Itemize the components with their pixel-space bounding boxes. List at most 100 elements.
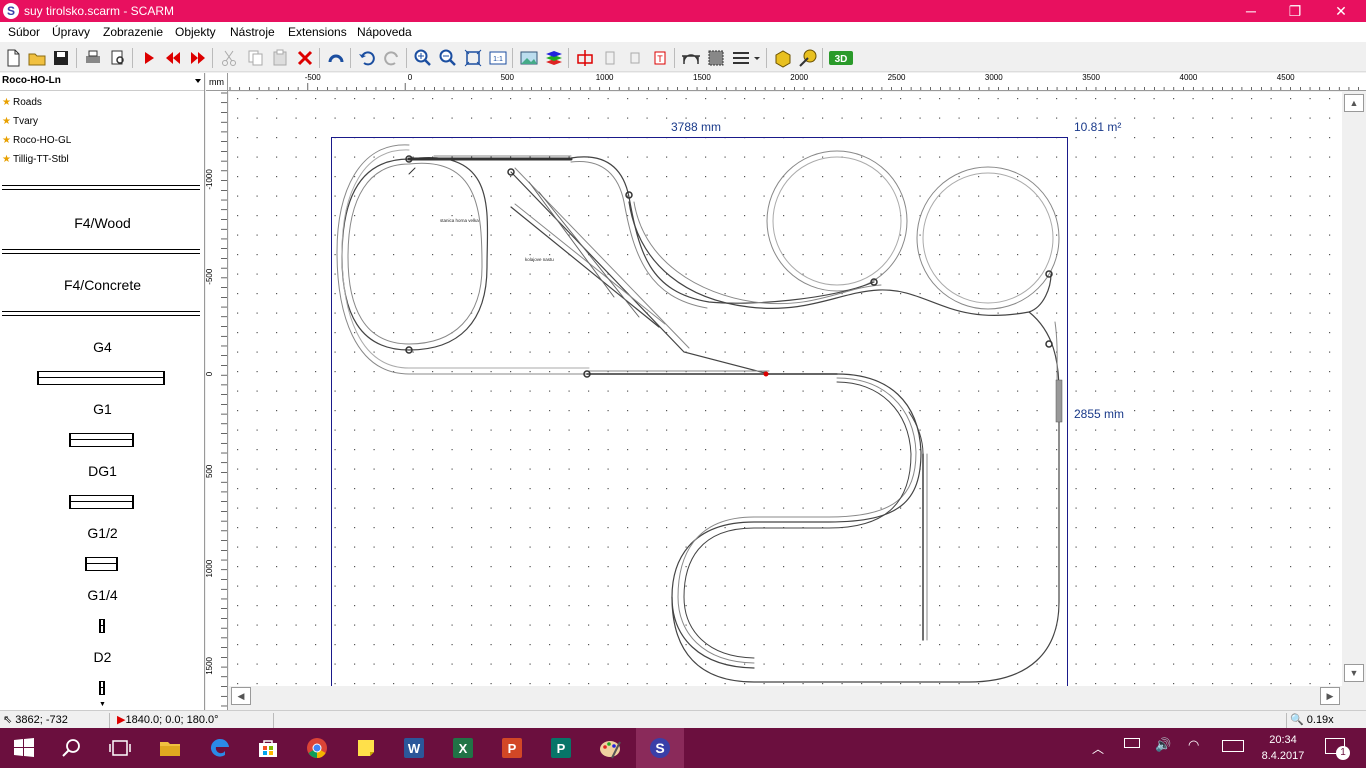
ruler-tick-label: 4000 (1180, 73, 1198, 82)
library-dropdown[interactable]: Roco-HO-Ln (0, 73, 204, 91)
powerpoint-icon[interactable]: P (488, 728, 536, 768)
print-icon[interactable] (83, 48, 103, 68)
print-preview-icon[interactable] (108, 48, 128, 68)
measure-icon[interactable] (773, 48, 793, 68)
new-file-icon[interactable] (3, 48, 23, 68)
ruler-tick-label: 4500 (1277, 73, 1295, 82)
library-favorite-tvary[interactable]: ★ Tvary (2, 114, 38, 130)
undo-icon[interactable] (357, 48, 377, 68)
menu-upravy[interactable]: Úpravy (52, 25, 90, 39)
search-icon[interactable] (48, 728, 96, 768)
track-item-g4[interactable]: G4 (0, 339, 204, 355)
horizontal-scrollbar[interactable]: ◀ ▶ (229, 686, 1342, 706)
task-view-icon[interactable] (96, 728, 144, 768)
track-symbol-g4[interactable] (37, 371, 165, 385)
track-item-f4-concrete[interactable]: F4/Concrete (0, 277, 204, 293)
tunnel-icon[interactable] (706, 48, 726, 68)
open-folder-icon[interactable] (27, 48, 47, 68)
zoom-1to1-icon[interactable]: 1:1 (488, 48, 508, 68)
file-explorer-icon[interactable] (146, 728, 194, 768)
redo-icon[interactable] (382, 48, 402, 68)
track-symbol[interactable] (2, 311, 200, 316)
track-symbol-d2[interactable] (99, 681, 105, 695)
rotate-icon[interactable] (326, 48, 346, 68)
layout-canvas[interactable]: 3788 mm 2855 mm 10.81 m² stanica horna v… (229, 92, 1342, 686)
track-symbol-g1[interactable] (69, 433, 134, 447)
sticky-notes-icon[interactable] (342, 728, 390, 768)
delete-icon[interactable] (295, 48, 315, 68)
zoom-in-icon[interactable] (413, 48, 433, 68)
scroll-left-icon[interactable]: ◀ (231, 687, 251, 705)
menu-napoveda[interactable]: Nápoveda (357, 25, 412, 39)
cut-icon[interactable] (219, 48, 239, 68)
publisher-icon[interactable]: P (537, 728, 585, 768)
scroll-up-icon[interactable]: ▲ (1344, 94, 1364, 112)
minimize-button[interactable]: ─ (1228, 0, 1274, 22)
marker-icon[interactable]: T (650, 48, 670, 68)
run-icon[interactable] (139, 48, 159, 68)
library-favorite-roads[interactable]: ★ Roads (2, 95, 42, 111)
copy-icon[interactable] (245, 48, 265, 68)
clock[interactable]: 20:34 8.4.2017 (1256, 732, 1310, 764)
wifi-icon[interactable]: ◠ (1188, 737, 1199, 753)
track-symbol-g1-4[interactable] (99, 619, 105, 633)
menu-nastroje[interactable]: Nástroje (230, 25, 275, 39)
track-item-g1-4[interactable]: G1/4 (0, 587, 204, 603)
menu-subor[interactable]: Súbor (8, 25, 40, 39)
library-favorite-roco-ho-gl[interactable]: ★ Roco-HO-GL (2, 133, 71, 149)
chevron-down-icon[interactable] (752, 48, 762, 68)
scroll-down-icon[interactable]: ▼ (1344, 664, 1364, 682)
menu-extensions[interactable]: Extensions (288, 25, 347, 39)
chevron-up-icon[interactable]: ︿ (1092, 740, 1104, 757)
track-item-dg1[interactable]: DG1 (0, 463, 204, 479)
windows-start-icon[interactable] (0, 728, 48, 768)
ruler-list-icon[interactable] (731, 48, 751, 68)
keyboard-icon[interactable] (1222, 740, 1244, 752)
track-symbol[interactable] (2, 249, 200, 254)
menu-zobrazenie[interactable]: Zobrazenie (103, 25, 163, 39)
flex-track2-icon[interactable] (625, 48, 645, 68)
scroll-down-icon[interactable]: ▼ (99, 701, 106, 708)
word-icon[interactable]: W (390, 728, 438, 768)
scarm-icon[interactable]: S (636, 728, 684, 768)
scroll-right-icon[interactable]: ▶ (1320, 687, 1340, 705)
store-icon[interactable] (244, 728, 292, 768)
tape-icon[interactable] (798, 48, 818, 68)
close-button[interactable]: ✕ (1318, 0, 1364, 22)
track-symbol[interactable] (2, 185, 200, 190)
rewind-icon[interactable] (163, 48, 183, 68)
paint-icon[interactable] (586, 728, 634, 768)
svg-text:P: P (557, 741, 566, 756)
paste-icon[interactable] (270, 48, 290, 68)
chrome-icon[interactable] (293, 728, 341, 768)
ruler-tick-label: 1500 (206, 656, 214, 674)
track-item-g1[interactable]: G1 (0, 401, 204, 417)
volume-icon[interactable]: 🔊 (1155, 737, 1171, 753)
bridge-icon[interactable] (681, 48, 701, 68)
toolbar: 1:1 T 3D (0, 44, 1366, 72)
layers-icon[interactable] (544, 48, 564, 68)
save-icon[interactable] (51, 48, 71, 68)
elevation-icon[interactable] (575, 48, 595, 68)
menu-objekty[interactable]: Objekty (175, 25, 216, 39)
track-item-f4-wood[interactable]: F4/Wood (0, 215, 204, 231)
battery-icon[interactable] (1124, 738, 1140, 748)
clock-date: 8.4.2017 (1261, 750, 1305, 762)
library-selected: Roco-HO-Ln (2, 75, 61, 86)
flex-track-icon[interactable] (600, 48, 620, 68)
library-favorite-tillig-tt-stbl[interactable]: ★ Tillig-TT-Stbl (2, 152, 69, 168)
maximize-button[interactable]: ❐ (1272, 0, 1318, 22)
forward-icon[interactable] (188, 48, 208, 68)
3d-view-icon[interactable]: 3D (829, 48, 853, 68)
track-item-d2[interactable]: D2 (0, 649, 204, 665)
track-symbol-dg1[interactable] (69, 495, 134, 509)
zoom-fit-icon[interactable] (463, 48, 483, 68)
excel-icon[interactable]: X (439, 728, 487, 768)
zoom-out-icon[interactable] (438, 48, 458, 68)
edge-icon[interactable] (196, 728, 244, 768)
ruler-tick-label: 0 (408, 73, 413, 82)
track-symbol-g1-2[interactable] (85, 557, 118, 571)
background-image-icon[interactable] (519, 48, 539, 68)
vertical-scrollbar[interactable]: ▲ ▼ (1342, 92, 1366, 686)
track-item-g1-2[interactable]: G1/2 (0, 525, 204, 541)
